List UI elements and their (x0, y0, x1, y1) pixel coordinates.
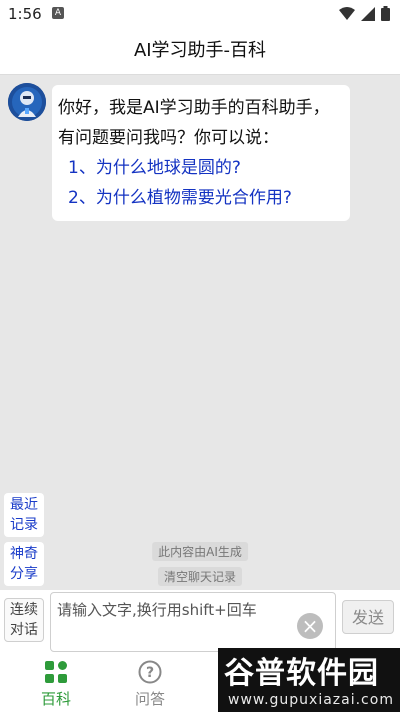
clear-input-icon[interactable]: × (297, 613, 323, 639)
continuous-dialog-button[interactable]: 连续对话 (4, 598, 44, 642)
tab-encyclopedia[interactable]: 百科 (16, 656, 96, 712)
tab-qa-label: 问答 (134, 690, 165, 708)
recent-history-button[interactable]: 最近记录 (4, 493, 44, 537)
watermark-logo: 谷普软件园 www.gupuxiazai.com (218, 648, 400, 712)
status-icons (339, 6, 390, 21)
signal-icon (361, 6, 375, 21)
notification-icon: A (52, 7, 64, 19)
input-bar: 连续对话 × 发送 (0, 590, 400, 661)
suggestion-question-2[interactable]: 2、为什么植物需要光合作用? (58, 183, 344, 213)
grid-apps-icon (45, 661, 67, 683)
assistant-avatar (8, 83, 46, 121)
message-input-box: × (50, 592, 336, 661)
ai-generated-notice: 此内容由AI生成 (152, 542, 248, 561)
recent-history-label: 最近记录 (10, 497, 38, 533)
status-time: 1:56 (8, 5, 42, 23)
robot-avatar-icon (8, 83, 46, 121)
watermark-title: 谷普软件园 (224, 656, 379, 691)
tab-encyclopedia-label: 百科 (40, 690, 71, 708)
wifi-icon (339, 6, 355, 20)
clear-chat-history-button[interactable]: 清空聊天记录 (157, 567, 243, 586)
battery-icon (381, 6, 390, 21)
suggestion-question-1[interactable]: 1、为什么地球是圆的? (58, 153, 344, 183)
tab-qa[interactable]: ? 问答 (110, 656, 190, 712)
greeting-text: 你好，我是AI学习助手的百科助手，有问题要问我吗？你可以说： (58, 98, 330, 148)
svg-text:?: ? (146, 665, 154, 681)
magic-share-label: 神奇分享 (10, 546, 38, 582)
status-bar: 1:56 A (0, 0, 400, 28)
magic-share-button[interactable]: 神奇分享 (4, 542, 44, 586)
chat-area: 你好，我是AI学习助手的百科助手，有问题要问我吗？你可以说： 1、为什么地球是圆… (0, 75, 400, 495)
question-circle-icon: ? (138, 660, 162, 684)
continuous-dialog-label: 连续对话 (10, 602, 38, 638)
assistant-message-bubble: 你好，我是AI学习助手的百科助手，有问题要问我吗？你可以说： 1、为什么地球是圆… (52, 85, 350, 221)
watermark-url: www.gupuxiazai.com (228, 692, 394, 708)
send-button[interactable]: 发送 (342, 600, 394, 634)
page-title: AI学习助手-百科 (0, 28, 400, 75)
